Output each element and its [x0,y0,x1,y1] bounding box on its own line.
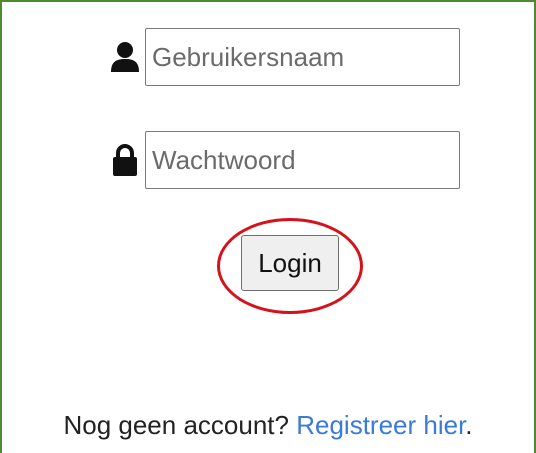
login-button[interactable]: Login [241,235,339,291]
register-prompt: Nog geen account? Registreer hier. [0,410,536,441]
password-row [107,131,460,189]
lock-icon [107,142,143,178]
username-input[interactable] [145,28,460,86]
register-prompt-text: Nog geen account? [63,410,289,440]
register-prompt-period: . [465,410,473,440]
username-row [107,28,460,86]
password-input[interactable] [145,131,460,189]
register-link[interactable]: Registreer hier [296,410,465,440]
login-area: Login [217,218,363,314]
user-icon [107,39,143,75]
